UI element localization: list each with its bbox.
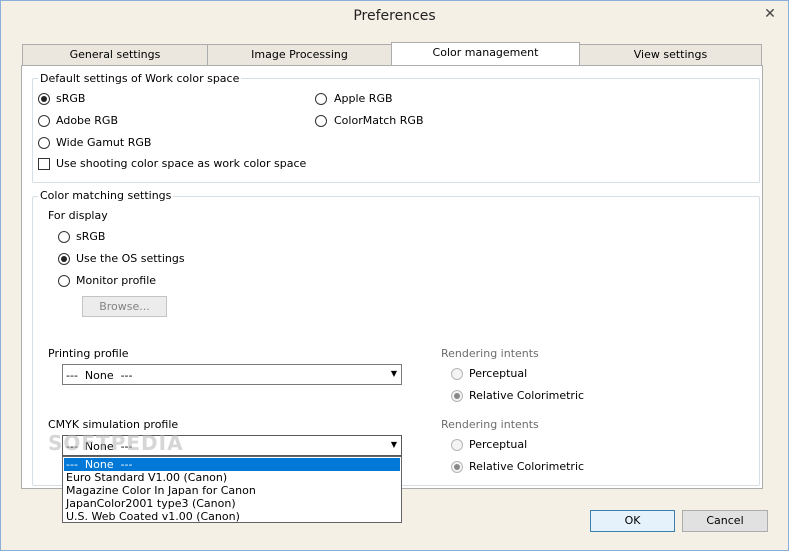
radio-srgb[interactable] <box>38 93 50 105</box>
cmyk-relative-colorimetric-radio[interactable] <box>451 461 463 473</box>
tab-color-management[interactable]: Color management <box>391 42 580 65</box>
radio-adobe-rgb-label: Adobe RGB <box>56 114 119 127</box>
ok-button[interactable]: OK <box>590 510 675 532</box>
cancel-button[interactable]: Cancel <box>682 510 768 532</box>
radio-colormatch-rgb-label: ColorMatch RGB <box>334 114 424 127</box>
for-display-label: For display <box>48 209 108 222</box>
preferences-dialog: Preferences ✕ General settings Image Pro… <box>0 0 789 551</box>
work-color-space-title: Default settings of Work color space <box>38 72 242 85</box>
radio-wide-gamut-rgb[interactable] <box>38 137 50 149</box>
color-matching-title: Color matching settings <box>38 189 174 202</box>
dropdown-option[interactable]: Magazine Color In Japan for Canon <box>64 484 400 497</box>
radio-apple-rgb-label: Apple RGB <box>334 92 393 105</box>
display-radio-os-settings-label: Use the OS settings <box>76 252 185 265</box>
chevron-down-icon: ▼ <box>390 440 397 449</box>
display-radio-srgb-label: sRGB <box>76 230 106 243</box>
print-relative-colorimetric-radio[interactable] <box>451 390 463 402</box>
chevron-down-icon: ▼ <box>390 369 397 378</box>
browse-button[interactable]: Browse... <box>82 296 167 317</box>
radio-wide-gamut-rgb-label: Wide Gamut RGB <box>56 136 152 149</box>
display-radio-srgb[interactable] <box>58 231 70 243</box>
cmyk-perceptual-radio[interactable] <box>451 439 463 451</box>
cmyk-profile-dropdown-list: --- None --- Euro Standard V1.00 (Canon)… <box>62 456 402 523</box>
cmyk-profile-label: CMYK simulation profile <box>48 418 179 431</box>
tab-view-settings[interactable]: View settings <box>579 44 762 65</box>
printing-profile-value: --- None --- <box>66 369 133 382</box>
radio-apple-rgb[interactable] <box>315 93 327 105</box>
dropdown-option[interactable]: Euro Standard V1.00 (Canon) <box>64 471 400 484</box>
cmyk-relative-colorimetric-label: Relative Colorimetric <box>469 460 585 473</box>
display-radio-os-settings[interactable] <box>58 253 70 265</box>
watermark: SOFTPEDIA <box>48 431 184 455</box>
print-relative-colorimetric-label: Relative Colorimetric <box>469 389 585 402</box>
dropdown-option[interactable]: U.S. Web Coated v1.00 (Canon) <box>64 510 400 523</box>
radio-colormatch-rgb[interactable] <box>315 115 327 127</box>
shooting-color-space-checkbox[interactable] <box>38 158 50 170</box>
display-radio-monitor-profile-label: Monitor profile <box>76 274 157 287</box>
title-bar: Preferences ✕ <box>1 1 788 33</box>
rendering-intents-label-1: Rendering intents <box>441 347 539 360</box>
window-title: Preferences <box>353 8 436 24</box>
printing-profile-label: Printing profile <box>48 347 129 360</box>
tab-general-settings[interactable]: General settings <box>22 44 208 65</box>
shooting-color-space-label: Use shooting color space as work color s… <box>56 157 307 170</box>
dropdown-option[interactable]: JapanColor2001 type3 (Canon) <box>64 497 400 510</box>
rendering-intents-label-2: Rendering intents <box>441 418 539 431</box>
tab-image-processing[interactable]: Image Processing <box>207 44 392 65</box>
tab-panel: Default settings of Work color space sRG… <box>21 65 763 489</box>
radio-srgb-label: sRGB <box>56 92 86 105</box>
printing-profile-select[interactable]: --- None --- ▼ <box>62 364 402 385</box>
radio-adobe-rgb[interactable] <box>38 115 50 127</box>
display-radio-monitor-profile[interactable] <box>58 275 70 287</box>
close-button[interactable]: ✕ <box>758 5 782 23</box>
print-perceptual-label: Perceptual <box>469 367 528 380</box>
dropdown-option[interactable]: --- None --- <box>64 458 400 471</box>
print-perceptual-radio[interactable] <box>451 368 463 380</box>
cmyk-perceptual-label: Perceptual <box>469 438 528 451</box>
